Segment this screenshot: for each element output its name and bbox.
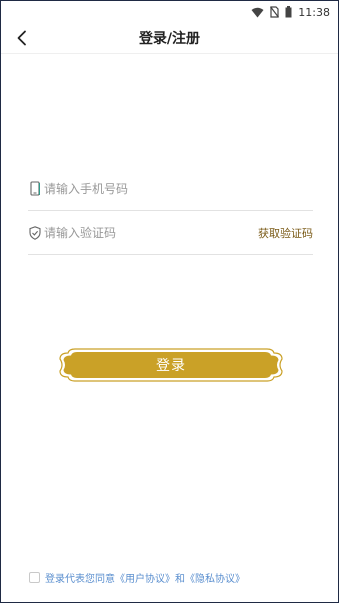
agreement-prefix: 登录代表您同意: [45, 574, 115, 585]
back-button[interactable]: [11, 27, 33, 49]
chevron-left-icon: [17, 30, 26, 46]
login-button-label: 登录: [156, 358, 186, 374]
privacy-agreement-link[interactable]: 《隐私协议》: [185, 570, 245, 585]
phone-field: [28, 167, 313, 211]
agreement-joiner: 和: [175, 574, 185, 585]
no-sim-icon: [270, 6, 280, 18]
get-code-button[interactable]: 获取验证码: [258, 225, 313, 241]
verification-code-field: 获取验证码: [28, 211, 313, 255]
agreement-checkbox[interactable]: [29, 572, 40, 583]
app-header: 登录/注册: [1, 23, 338, 54]
battery-icon: [285, 6, 292, 18]
user-agreement-link[interactable]: 《用户协议》: [115, 570, 175, 585]
wifi-icon: [251, 7, 264, 18]
login-screen: 11:38 登录/注册 获取验证码: [0, 0, 339, 603]
verification-code-input[interactable]: [44, 225, 258, 240]
phone-icon: [28, 181, 42, 197]
status-bar: 11:38: [1, 1, 338, 23]
page-title: 登录/注册: [138, 31, 201, 47]
login-button[interactable]: 登录: [59, 348, 283, 382]
shield-check-icon: [28, 225, 42, 241]
status-time: 11:38: [298, 5, 330, 19]
phone-input[interactable]: [44, 181, 313, 196]
agreement-row: 登录代表您同意 《用户协议》 和 《隐私协议》: [29, 570, 245, 585]
